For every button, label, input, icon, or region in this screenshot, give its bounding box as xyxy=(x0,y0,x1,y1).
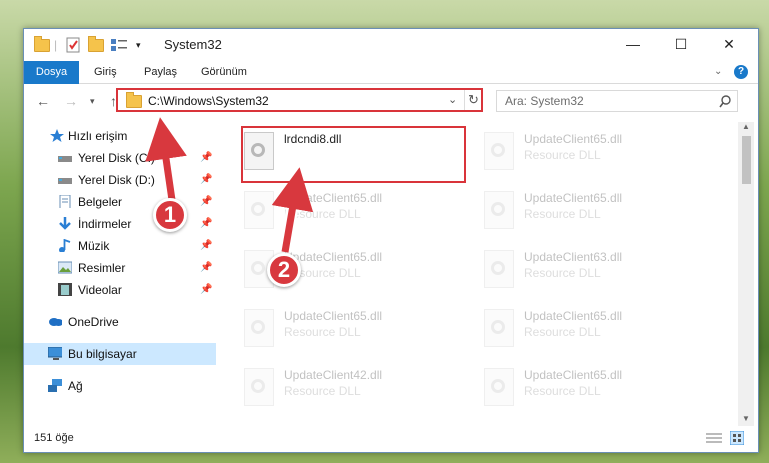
step-1-callout: 1 xyxy=(153,198,187,232)
instruction-arrows xyxy=(145,117,314,253)
step-2-callout: 2 xyxy=(267,253,301,287)
